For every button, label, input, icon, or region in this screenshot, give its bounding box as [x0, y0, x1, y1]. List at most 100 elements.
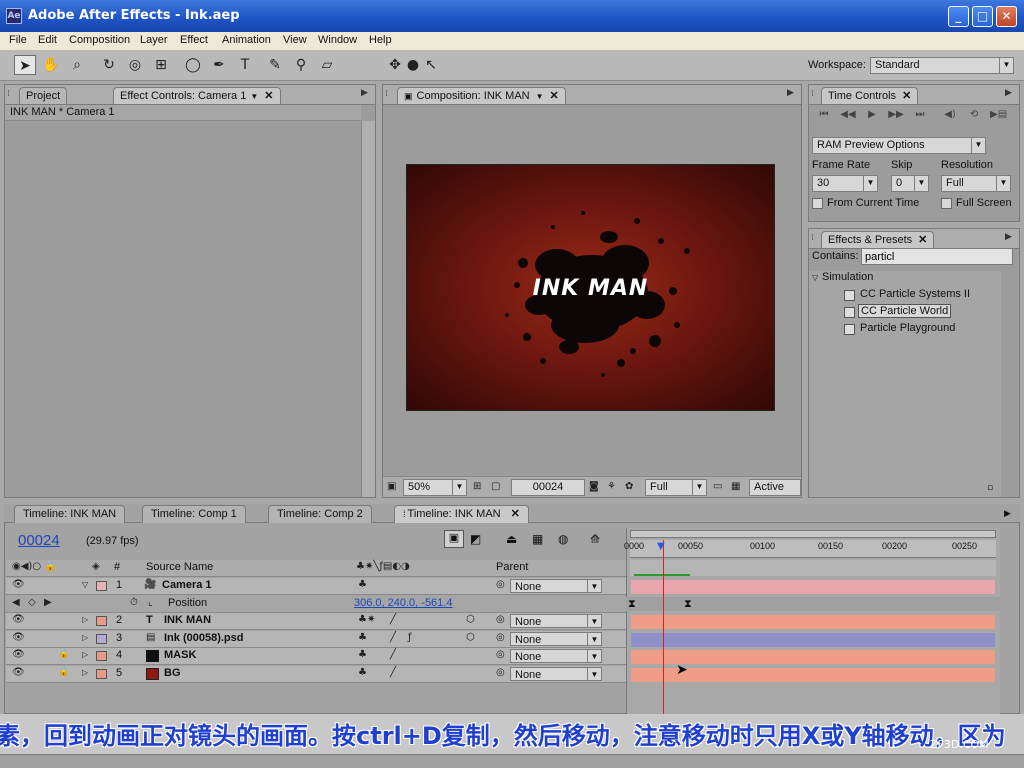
work-area-row[interactable]: [630, 560, 996, 576]
tab-composition[interactable]: ▣ Composition: INK MAN ▼ ✕: [397, 87, 566, 104]
chevron-down-icon[interactable]: ▽: [82, 580, 88, 589]
effect-particle-playground[interactable]: Particle Playground: [858, 322, 957, 334]
effect-cc-particle-systems-ii[interactable]: CC Particle Systems II: [858, 288, 972, 300]
time-ruler[interactable]: 0000 00050 00100 00150 00200 00250: [624, 540, 996, 558]
close-icon[interactable]: ✕: [902, 90, 911, 102]
view-axis-icon[interactable]: ↖: [420, 55, 442, 75]
lock-icon[interactable]: 🔒: [58, 667, 69, 677]
pen-tool-icon[interactable]: ✒: [208, 55, 230, 75]
close-icon[interactable]: ✕: [918, 234, 927, 246]
label-color-swatch[interactable]: [96, 651, 107, 661]
effect-switch-icon[interactable]: ƒ: [408, 632, 412, 643]
tab-timeline-ink-man-active[interactable]: ⁞ Timeline: INK MAN ✕: [394, 505, 529, 523]
keyframe-track[interactable]: ⧗ ⧗: [626, 597, 1000, 611]
panel-menu-icon[interactable]: ▶: [1004, 509, 1011, 519]
keyframe-icon[interactable]: ⧗: [684, 597, 692, 611]
keyframe-icon[interactable]: ◇: [28, 597, 36, 608]
timeline-property-row[interactable]: ◀ ◇ ▶ ⏱ ⌞ Position 306.0, 240.0, -561.4: [6, 596, 626, 613]
menu-composition[interactable]: Composition: [69, 34, 130, 46]
stopwatch-icon[interactable]: ⏱: [130, 597, 138, 608]
full-screen-checkbox[interactable]: [941, 198, 952, 209]
layer-name[interactable]: Ink (00058).psd: [164, 632, 243, 644]
menu-window[interactable]: Window: [318, 34, 357, 46]
parent-select[interactable]: None ▼: [510, 579, 602, 593]
next-frame-icon[interactable]: ▶▶: [888, 107, 904, 123]
eye-icon[interactable]: 👁: [12, 614, 25, 625]
timeline-layer-row[interactable]: 👁 ▷ 3 ▤ Ink (00058).psd ♣ ╱ ƒ ⬡ ◎ None ▼: [6, 631, 626, 648]
pan-behind-tool-icon[interactable]: ⊞: [150, 55, 172, 75]
layer-name[interactable]: INK MAN: [164, 614, 211, 626]
effects-search-input[interactable]: [861, 248, 1013, 265]
chevron-right-icon[interactable]: ▷: [82, 650, 88, 659]
pickwhip-icon[interactable]: ◎: [496, 649, 505, 660]
close-icon[interactable]: ✕: [264, 90, 273, 102]
snapshot-icon[interactable]: ◙: [589, 481, 599, 492]
tab-timeline-comp-2[interactable]: Timeline: Comp 2: [268, 505, 372, 523]
rotation-tool-icon[interactable]: ↻: [98, 55, 120, 75]
label-color-swatch[interactable]: [96, 634, 107, 644]
hand-tool-icon[interactable]: ✋: [40, 55, 62, 75]
tab-time-controls[interactable]: Time Controls ✕: [821, 87, 919, 104]
maximize-button[interactable]: □: [972, 6, 993, 27]
source-name-header[interactable]: Source Name: [146, 561, 213, 573]
pickwhip-icon[interactable]: ◎: [496, 632, 505, 643]
3d-layer-icon[interactable]: ⬡: [466, 632, 475, 643]
panel-menu-icon[interactable]: ▶: [361, 88, 373, 100]
eye-icon[interactable]: 👁: [12, 667, 25, 678]
3d-layer-icon[interactable]: ⬡: [466, 614, 475, 625]
quality-switch-icon[interactable]: ╱: [390, 649, 396, 660]
selection-tool-icon[interactable]: ➤: [14, 55, 36, 75]
timeline-layer-row[interactable]: 👁 🔒 ▷ 5 BG ♣ ╱ ◎ None ▼: [6, 666, 626, 683]
mask-tool-icon[interactable]: ◯: [182, 55, 204, 75]
parent-select[interactable]: None ▼: [510, 614, 602, 628]
menu-effect[interactable]: Effect: [180, 34, 208, 46]
time-indicator-head-icon[interactable]: ▼: [657, 541, 665, 552]
menu-file[interactable]: File: [9, 34, 27, 46]
close-icon[interactable]: ✕: [511, 508, 520, 520]
tab-project[interactable]: Project: [19, 87, 68, 104]
type-tool-icon[interactable]: T: [234, 55, 256, 75]
menu-help[interactable]: Help: [369, 34, 392, 46]
mask-view-icon[interactable]: ▢: [491, 481, 500, 492]
current-time-indicator[interactable]: [663, 540, 664, 714]
work-area-bar[interactable]: [630, 530, 996, 538]
parent-select[interactable]: None ▼: [510, 649, 602, 663]
region-of-interest-icon[interactable]: ▭: [713, 481, 722, 492]
panel-menu-icon[interactable]: ▶: [1005, 88, 1017, 100]
close-button[interactable]: ✕: [996, 6, 1017, 27]
clone-stamp-tool-icon[interactable]: ⚲: [290, 55, 312, 75]
layer-bar-ink-man[interactable]: [631, 615, 995, 629]
menu-view[interactable]: View: [283, 34, 307, 46]
effect-cc-particle-world[interactable]: CC Particle World: [858, 304, 952, 318]
graph-editor-icon[interactable]: ⟰: [590, 532, 600, 546]
shy-switch-icon[interactable]: ♣: [358, 579, 367, 590]
menu-edit[interactable]: Edit: [38, 34, 57, 46]
parent-select[interactable]: None ▼: [510, 667, 602, 681]
label-color-swatch[interactable]: [96, 581, 107, 591]
loop-icon[interactable]: ⟲: [966, 107, 982, 123]
grip-icon[interactable]: ⁞: [385, 89, 395, 99]
quality-switch-icon[interactable]: ╱: [390, 667, 396, 678]
tab-effect-controls[interactable]: Effect Controls: Camera 1 ▼ ✕: [113, 87, 281, 104]
magnification-select[interactable]: 50% ▼: [403, 479, 467, 496]
chevron-down-icon[interactable]: ▼: [536, 92, 544, 101]
pickwhip-icon[interactable]: ◎: [496, 614, 505, 625]
shy-switch-icon[interactable]: ♣✷: [358, 614, 375, 625]
menu-animation[interactable]: Animation: [222, 34, 271, 46]
composition-viewer[interactable]: INK MAN: [406, 164, 775, 411]
grip-icon[interactable]: ⁞: [811, 89, 821, 99]
label-color-swatch[interactable]: [96, 616, 107, 626]
current-time-field[interactable]: 00024: [511, 479, 585, 496]
previous-frame-icon[interactable]: ◀◀: [840, 107, 856, 123]
scrollbar[interactable]: [361, 121, 375, 497]
previous-keyframe-icon[interactable]: ◀: [12, 597, 20, 608]
safe-zones-icon[interactable]: ⊞: [473, 481, 481, 492]
grip-icon[interactable]: ⁞: [811, 233, 821, 243]
live-update-icon[interactable]: ▣: [444, 530, 464, 548]
motion-blur-icon[interactable]: ◍: [558, 532, 568, 546]
eye-icon[interactable]: 👁: [12, 579, 25, 590]
close-icon[interactable]: ✕: [550, 90, 559, 102]
tab-effects-presets[interactable]: Effects & Presets ✕: [821, 231, 935, 248]
label-color-swatch[interactable]: [96, 669, 107, 679]
chevron-right-icon[interactable]: ▷: [82, 668, 88, 677]
